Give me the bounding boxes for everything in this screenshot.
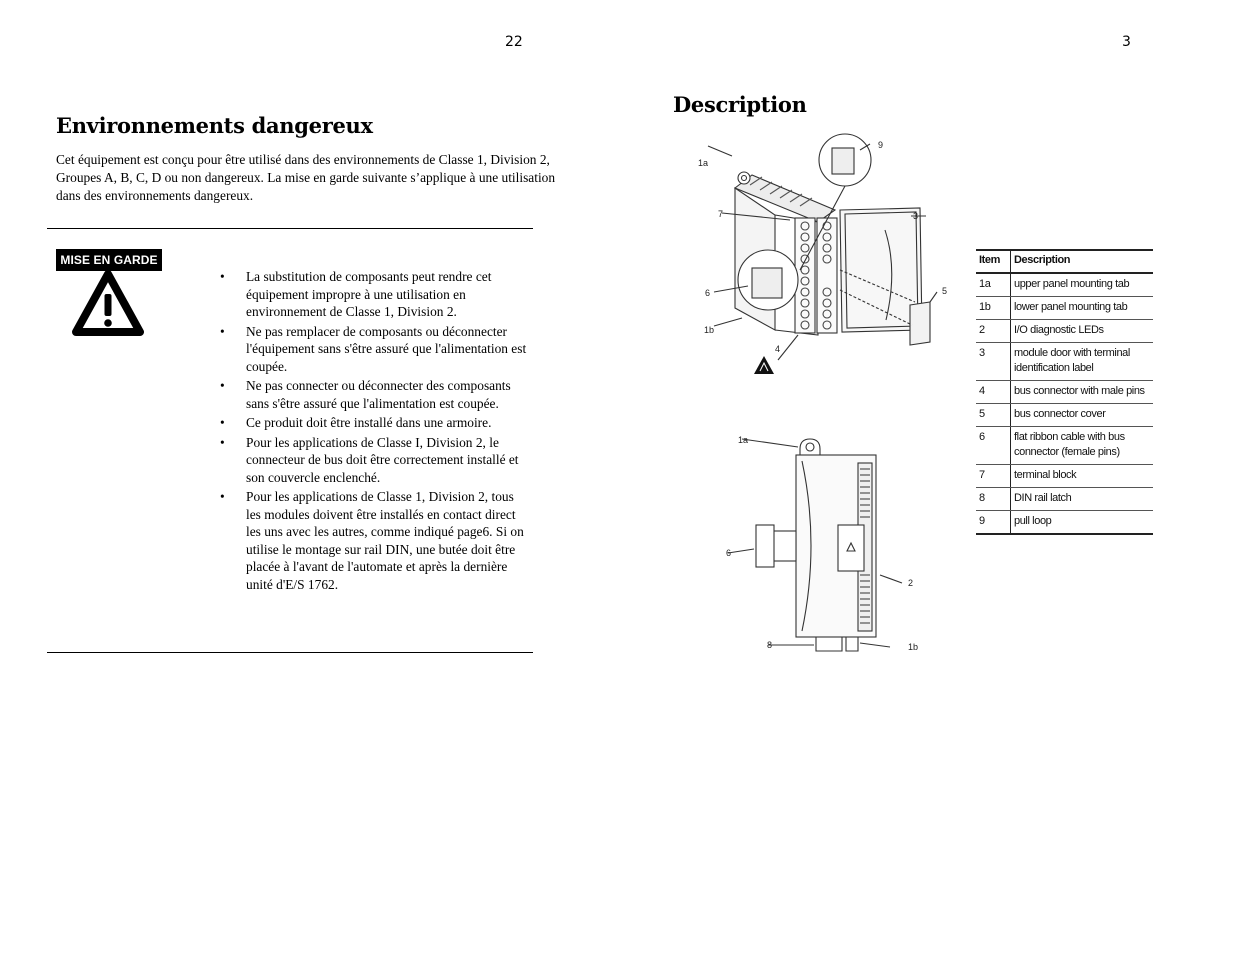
bullet-icon: • — [220, 323, 225, 339]
warning-item: • La substitution de composants peut rend… — [220, 269, 492, 319]
callout-label: 4 — [775, 344, 780, 354]
callout-label: 5 — [942, 286, 947, 296]
section-title-hazardous: Environnements dangereux — [56, 113, 373, 138]
table-row: 2 I/O diagnostic LEDs — [976, 319, 1153, 343]
warning-item: • Pour les applications de Classe I, Divi… — [220, 434, 519, 485]
esd-warning-icon — [754, 356, 774, 374]
table-row: 8 DIN rail latch — [976, 487, 1153, 511]
table-row: 6 flat ribbon cable with bus connector (f… — [976, 426, 1153, 465]
table-row: 7 terminal block — [976, 464, 1153, 488]
warning-item: • Pour les applications de Classe 1, Divi… — [220, 489, 524, 592]
callout-label: 8 — [767, 640, 772, 650]
callout-label: 7 — [718, 209, 723, 219]
table-row: 3 module door with terminal identificatio… — [976, 342, 1153, 381]
section-title-description: Description — [673, 92, 807, 117]
column-header-item: Item — [976, 249, 1011, 274]
warning-item: • Ne pas connecter ou déconnecter des com… — [220, 378, 511, 411]
warning-triangle-icon — [72, 270, 144, 336]
callout-label: 1b — [908, 642, 918, 652]
bullet-icon: • — [220, 415, 225, 430]
page-number-right: 3 — [1122, 34, 1131, 50]
callout-label: 6 — [705, 288, 710, 298]
module-isometric-figure: 1a 7 6 1b 9 3 5 4 — [698, 133, 947, 374]
callout-label: 3 — [913, 211, 918, 221]
warning-item: • Ne pas remplacer de composants ou décon… — [220, 323, 527, 374]
table-row: 5 bus connector cover — [976, 403, 1153, 427]
callout-label: 6 — [726, 548, 731, 558]
table-header-row: Item Description — [976, 249, 1153, 274]
callout-label: 2 — [908, 578, 913, 588]
callout-label: 1a — [738, 435, 748, 445]
callout-label: 9 — [878, 140, 883, 150]
callout-label: 1b — [704, 325, 714, 335]
page-number-left: 22 — [505, 34, 523, 50]
item-description-table: Item Description 1a upper panel mounting … — [976, 249, 1153, 535]
intro-paragraph: Cet équipement est conçu pour être utili… — [56, 152, 556, 203]
warning-item: • Ce produit doit être installé dans une … — [220, 415, 492, 430]
table-row: 1b lower panel mounting tab — [976, 296, 1153, 320]
table-row: 4 bus connector with male pins — [976, 380, 1153, 404]
divider-top — [47, 228, 533, 229]
table-row: 9 pull loop — [976, 510, 1153, 535]
table-row: 1a upper panel mounting tab — [976, 273, 1153, 297]
bullet-icon: • — [220, 489, 225, 504]
bullet-icon: • — [220, 378, 225, 393]
bullet-icon: • — [220, 434, 225, 450]
bullet-icon: • — [220, 269, 225, 284]
warning-list: • La substitution de composants peut rend… — [218, 268, 528, 595]
module-front-figure: 1a 6 2 8 1b — [726, 435, 918, 652]
callout-label: 1a — [698, 158, 708, 168]
column-header-description: Description — [1010, 249, 1153, 274]
divider-bottom — [47, 652, 533, 653]
